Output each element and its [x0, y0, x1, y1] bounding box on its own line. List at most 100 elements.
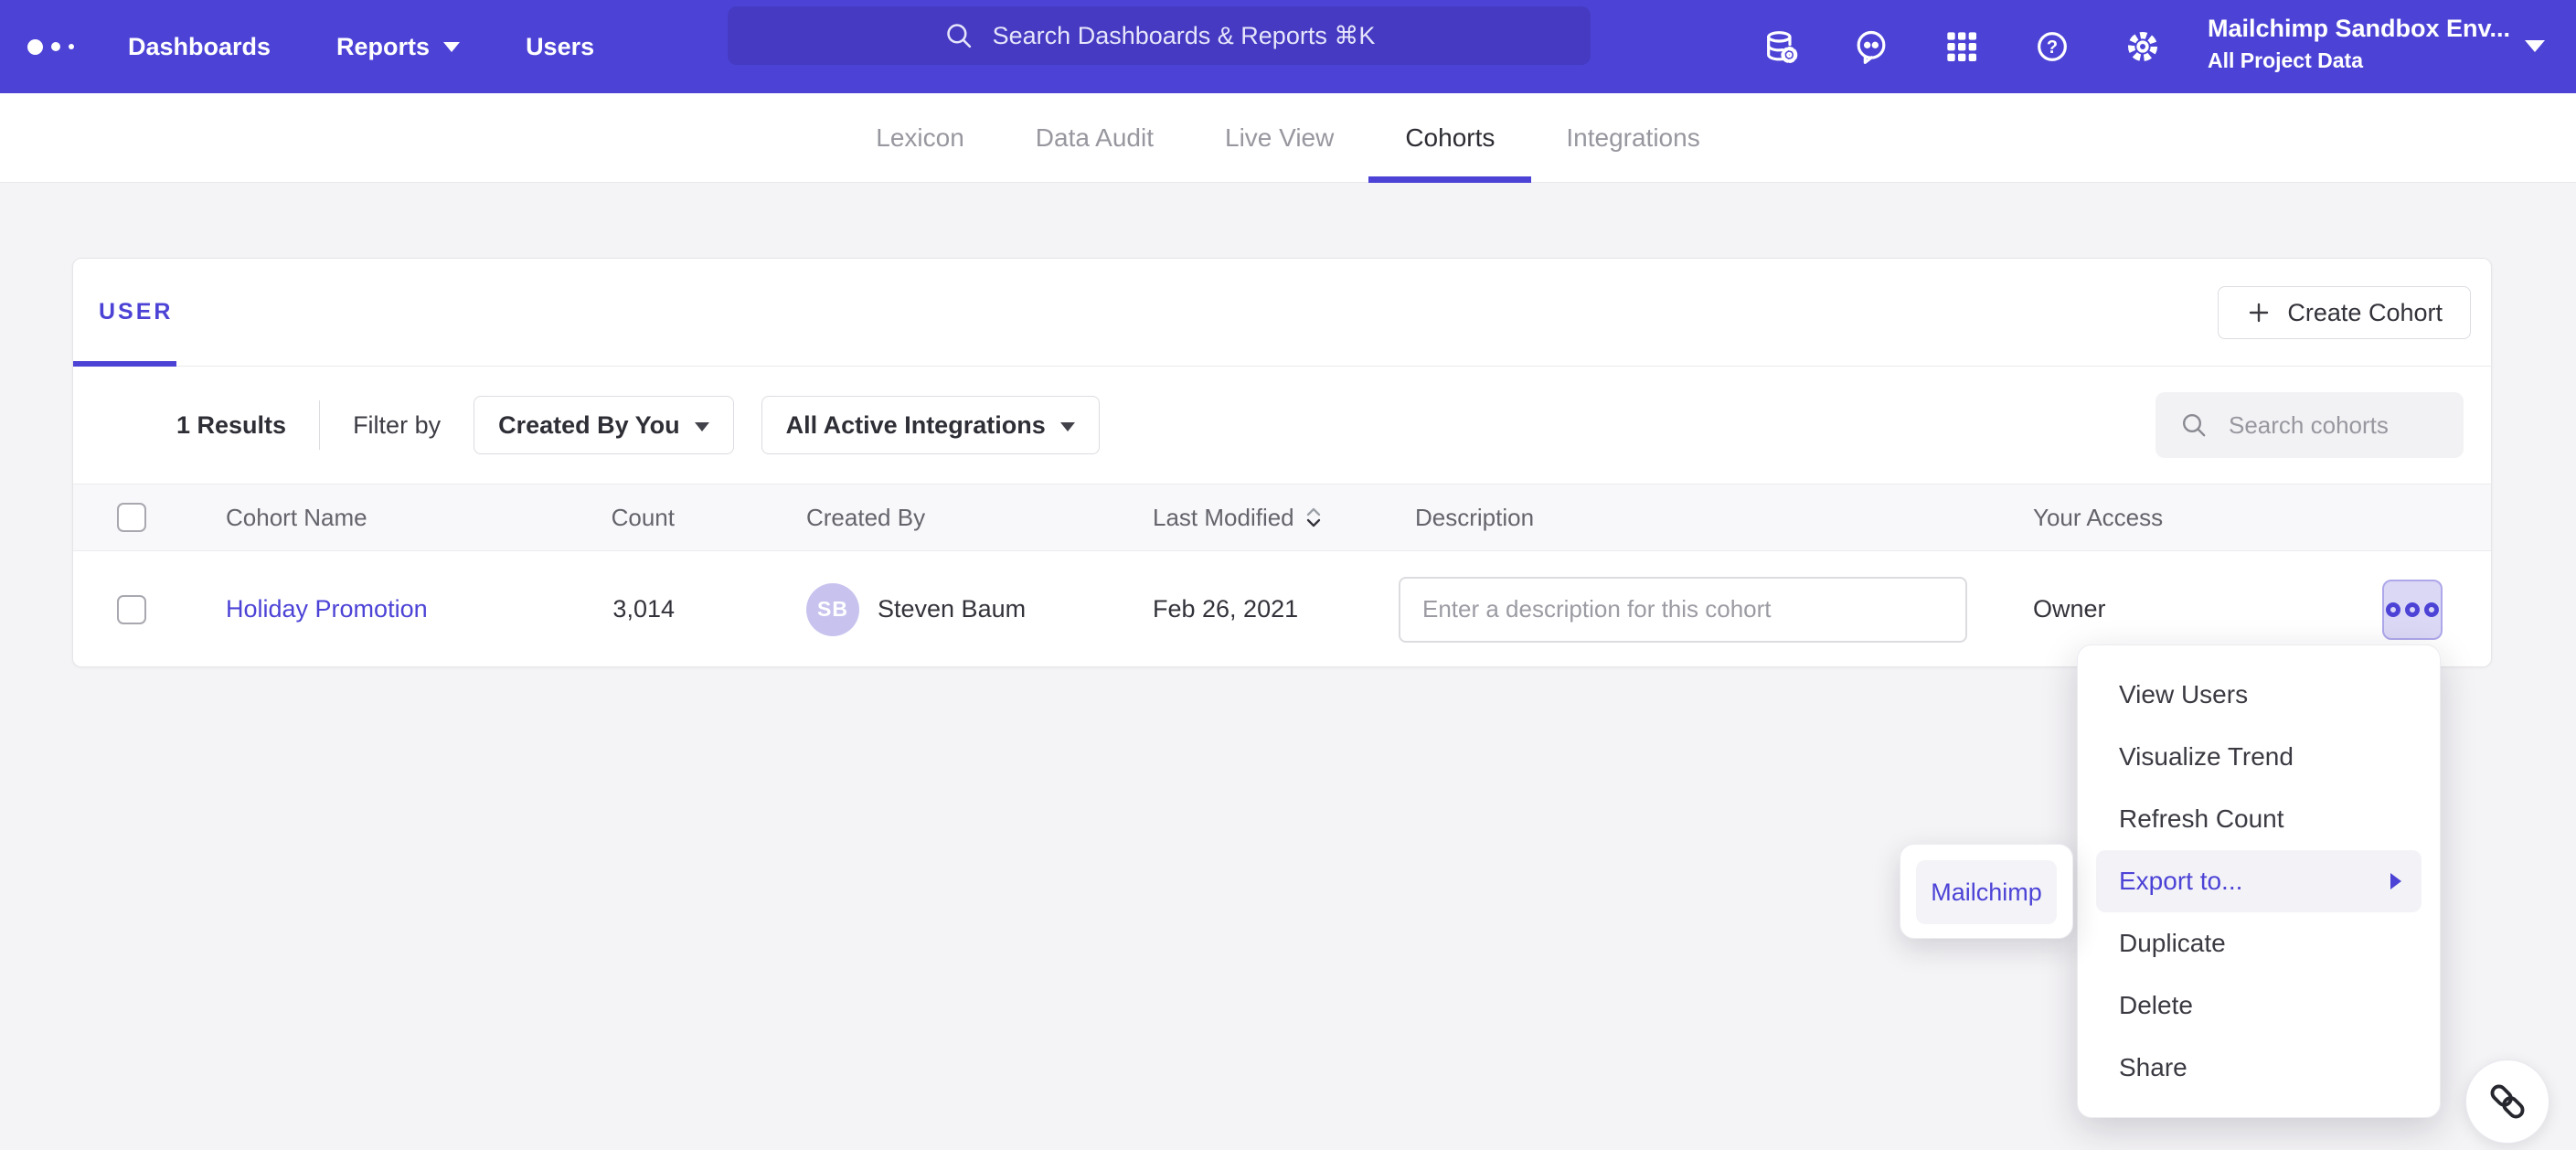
settings-button[interactable]	[2123, 27, 2163, 67]
select-all-checkbox[interactable]	[117, 503, 146, 532]
submenu-arrow-icon	[2390, 873, 2401, 889]
data-management-subnav: Lexicon Data Audit Live View Cohorts Int…	[0, 93, 2576, 183]
row-checkbox[interactable]	[117, 595, 146, 624]
header-your-access: Your Access	[2033, 484, 2163, 550]
row-actions-button[interactable]	[2382, 580, 2443, 640]
ellipsis-dot-icon	[2424, 602, 2439, 617]
chevron-down-icon	[443, 42, 460, 52]
menu-item-label: Export to...	[2119, 867, 2242, 896]
create-cohort-label: Create Cohort	[2287, 299, 2443, 327]
nav-users-label: Users	[526, 33, 594, 61]
help-icon: ?	[2034, 28, 2070, 65]
create-cohort-button[interactable]: Create Cohort	[2218, 286, 2471, 339]
created-by-name: Steven Baum	[878, 595, 1026, 623]
divider	[319, 400, 320, 450]
menu-item-label: Refresh Count	[2119, 804, 2284, 834]
menu-item-visualize-trend[interactable]: Visualize Trend	[2096, 726, 2422, 788]
menu-item-delete[interactable]: Delete	[2096, 974, 2422, 1037]
results-count: 1 Results	[176, 411, 286, 440]
header-last-modified[interactable]: Last Modified	[1153, 484, 1322, 550]
project-selector[interactable]: Mailchimp Sandbox Env... All Project Dat…	[2208, 15, 2573, 73]
header-cohort-name: Cohort Name	[226, 484, 367, 550]
plus-icon	[2246, 300, 2272, 325]
filter-integrations-dropdown[interactable]: All Active Integrations	[761, 396, 1100, 454]
database-gear-icon	[1762, 28, 1799, 65]
menu-item-share[interactable]: Share	[2096, 1037, 2422, 1099]
logo-dot-icon	[27, 39, 43, 55]
menu-item-refresh-count[interactable]: Refresh Count	[2096, 788, 2422, 850]
header-created-by: Created By	[806, 484, 925, 550]
cohort-name-cell: Holiday Promotion	[226, 551, 428, 667]
feedback-button[interactable]	[1851, 27, 1891, 67]
cohorts-card: USER Create Cohort 1 Results Filter by C…	[72, 258, 2492, 667]
row-checkbox-cell	[117, 551, 146, 667]
cohort-name-link[interactable]: Holiday Promotion	[226, 595, 428, 623]
filter-controls: 1 Results Filter by Created By You All A…	[176, 396, 1127, 454]
tab-integrations[interactable]: Integrations	[1566, 93, 1699, 183]
link-icon	[2481, 1075, 2534, 1128]
filter-row: 1 Results Filter by Created By You All A…	[73, 367, 2491, 484]
project-scope: All Project Data	[2208, 48, 2573, 73]
cohort-count-cell: 3,014	[512, 551, 675, 667]
cohorts-page: USER Create Cohort 1 Results Filter by C…	[0, 183, 2576, 1150]
logo-dot-icon	[69, 44, 74, 49]
menu-item-label: Share	[2119, 1053, 2187, 1082]
tab-integrations-label: Integrations	[1566, 123, 1699, 153]
chevron-down-icon	[2525, 40, 2545, 52]
last-modified-cell: Feb 26, 2021	[1153, 551, 1298, 667]
project-name: Mailchimp Sandbox Env...	[2208, 15, 2514, 43]
chevron-down-icon	[1060, 422, 1075, 431]
created-by-cell: SB Steven Baum	[806, 551, 1026, 667]
primary-nav: Dashboards Reports Users	[128, 0, 594, 93]
top-navigation-bar: Dashboards Reports Users Search Dashboar…	[0, 0, 2576, 93]
tab-live-view[interactable]: Live View	[1225, 93, 1334, 183]
data-management-button[interactable]	[1761, 27, 1801, 67]
search-cohorts-field[interactable]	[2156, 392, 2464, 458]
cohort-type-tabs: USER Create Cohort	[73, 259, 2491, 367]
apps-button[interactable]	[1942, 27, 1982, 67]
tab-cohorts-label: Cohorts	[1405, 123, 1495, 153]
tab-lexicon-label: Lexicon	[876, 123, 964, 153]
header-description: Description	[1415, 484, 1534, 550]
feedback-chat-icon	[1853, 28, 1889, 65]
menu-item-label: Visualize Trend	[2119, 742, 2294, 772]
filter-created-by-value: Created By You	[498, 411, 680, 440]
nav-reports-label: Reports	[336, 33, 430, 61]
tab-user[interactable]: USER	[99, 299, 173, 325]
search-icon	[2179, 410, 2209, 440]
filter-by-label: Filter by	[353, 411, 441, 440]
logo-dot-icon	[51, 42, 60, 51]
tab-data-audit[interactable]: Data Audit	[1036, 93, 1154, 183]
tab-lexicon[interactable]: Lexicon	[876, 93, 964, 183]
description-input[interactable]	[1399, 577, 1967, 643]
table-header: Cohort Name Count Created By Last Modifi…	[73, 484, 2491, 551]
menu-item-export-to[interactable]: Export to...	[2096, 850, 2422, 912]
search-cohorts-input[interactable]	[2227, 410, 2437, 441]
global-search-placeholder: Search Dashboards & Reports ⌘K	[993, 22, 1376, 50]
ellipsis-dot-icon	[2405, 602, 2420, 617]
filter-created-by-dropdown[interactable]: Created By You	[474, 396, 734, 454]
header-checkbox-cell	[117, 484, 146, 550]
avatar: SB	[806, 583, 859, 636]
copy-link-fab[interactable]	[2465, 1059, 2549, 1144]
chevron-down-icon	[695, 422, 709, 431]
help-button[interactable]: ?	[2032, 27, 2072, 67]
tab-cohorts[interactable]: Cohorts	[1405, 93, 1495, 183]
nav-dashboards[interactable]: Dashboards	[128, 33, 271, 61]
menu-item-label: Delete	[2119, 991, 2193, 1020]
header-last-modified-label: Last Modified	[1153, 504, 1294, 532]
menu-item-view-users[interactable]: View Users	[2096, 664, 2422, 726]
settings-gear-icon	[2124, 28, 2161, 65]
svg-text:?: ?	[2047, 37, 2058, 58]
mixpanel-logo[interactable]	[27, 0, 74, 93]
apps-grid-icon	[1943, 28, 1980, 65]
nav-reports[interactable]: Reports	[336, 33, 460, 61]
tab-live-view-label: Live View	[1225, 123, 1334, 153]
export-submenu: Mailchimp	[1900, 844, 2073, 939]
menu-item-duplicate[interactable]: Duplicate	[2096, 912, 2422, 974]
global-search-bar[interactable]: Search Dashboards & Reports ⌘K	[728, 6, 1591, 65]
topbar-icon-group: ?	[1761, 0, 2163, 93]
menu-item-mailchimp[interactable]: Mailchimp	[1916, 860, 2057, 924]
nav-users[interactable]: Users	[526, 33, 594, 61]
header-count: Count	[512, 484, 675, 550]
